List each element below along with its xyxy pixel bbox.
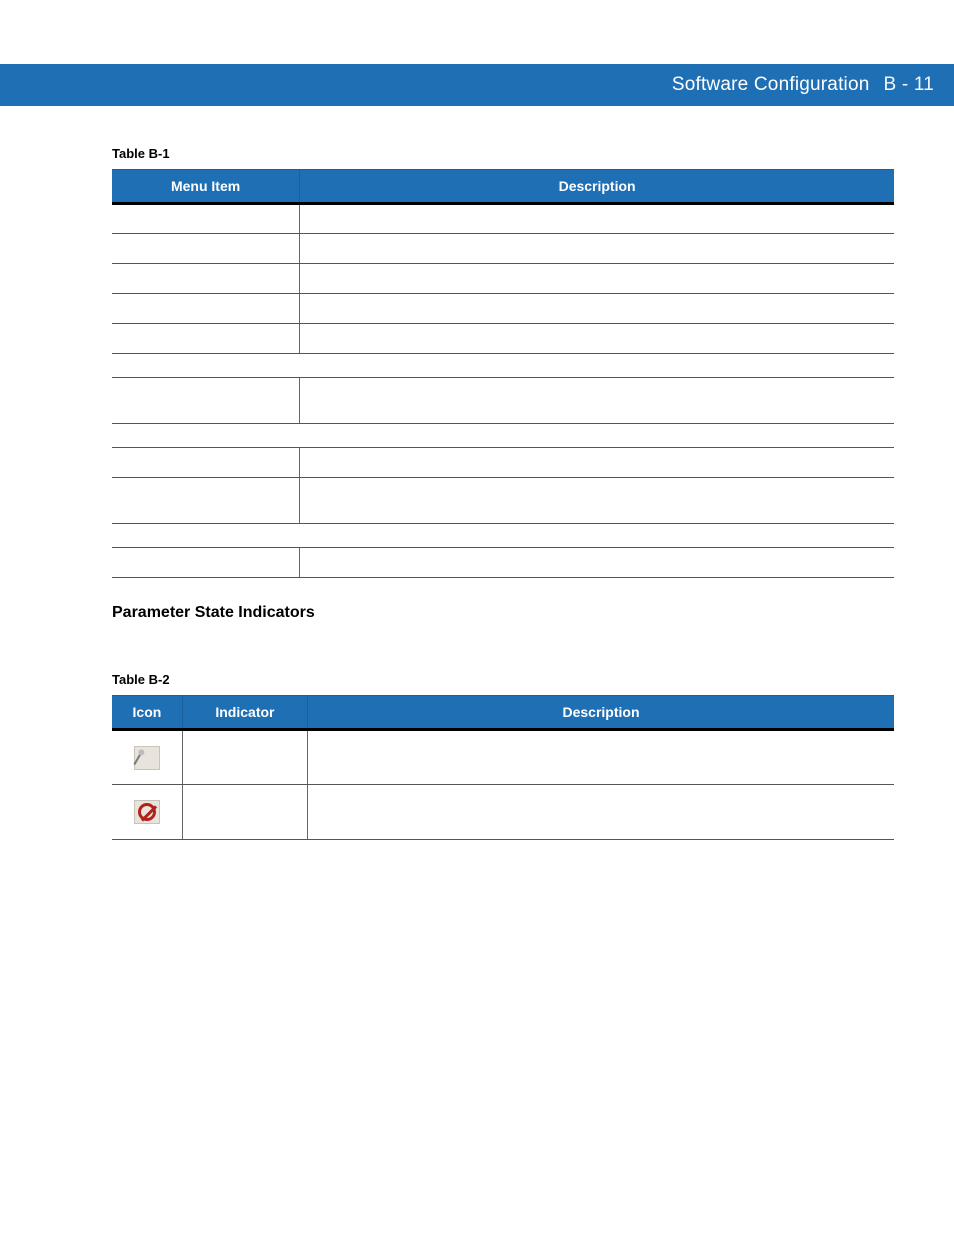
table-b1-header-description: Description [300,170,894,204]
description-cell [300,204,894,234]
description-cell [300,294,894,324]
table-row [112,785,894,840]
table-b2: Icon Indicator Description [112,695,894,840]
table-row [112,548,894,578]
table-row [112,354,894,378]
description-cell [300,548,894,578]
description-cell [300,264,894,294]
table-row [112,294,894,324]
table-row [112,378,894,424]
table-b1: Menu Item Description [112,169,894,578]
menu-item-cell [112,378,300,424]
icon-cell [112,785,182,840]
table-row [112,478,894,524]
table-row [112,424,894,448]
menu-item-cell [112,234,300,264]
header-section-title: Software Configuration [672,74,870,96]
table-row [112,730,894,785]
indicator-cell [182,785,307,840]
table-spacer [112,524,894,548]
description-cell [300,378,894,424]
menu-item-cell [112,478,300,524]
page: Software Configuration B - 11 Table B-1 … [0,0,954,1235]
menu-item-cell [112,548,300,578]
table-row [112,524,894,548]
table-row [112,234,894,264]
table-spacer [112,354,894,378]
table-b1-header-menu-item: Menu Item [112,170,300,204]
table-b1-caption: Table B-1 [112,146,894,161]
indicator-cell [182,730,307,785]
content-area: Table B-1 Menu Item Description Paramete… [0,106,954,840]
table-row [112,324,894,354]
table-row [112,448,894,478]
description-cell [300,448,894,478]
description-cell [300,478,894,524]
icon-cell [112,730,182,785]
menu-item-cell [112,264,300,294]
menu-item-cell [112,294,300,324]
menu-item-cell [112,324,300,354]
description-cell [307,730,894,785]
description-cell [300,234,894,264]
table-spacer [112,424,894,448]
menu-item-cell [112,448,300,478]
description-cell [307,785,894,840]
table-row [112,204,894,234]
table-b2-header-description: Description [307,696,894,730]
table-b2-header-indicator: Indicator [182,696,307,730]
header-band: Software Configuration B - 11 [0,64,954,106]
wand-icon [134,746,160,770]
table-b2-header-icon: Icon [112,696,182,730]
header-page-number: B - 11 [884,74,934,96]
top-margin [0,0,954,64]
parameter-state-indicators-heading: Parameter State Indicators [112,604,894,622]
menu-item-cell [112,204,300,234]
table-row [112,264,894,294]
description-cell [300,324,894,354]
prohibit-icon [134,800,160,824]
table-b2-caption: Table B-2 [112,672,894,687]
